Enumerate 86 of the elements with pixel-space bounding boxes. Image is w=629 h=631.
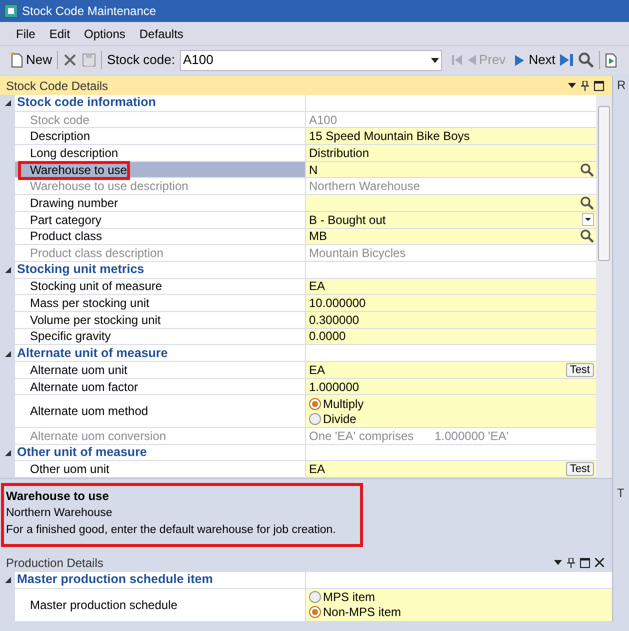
radio-icon[interactable] xyxy=(309,591,321,604)
radio-selected-icon[interactable] xyxy=(309,398,321,410)
menu-item[interactable]: Edit xyxy=(49,24,70,42)
section-heading[interactable]: Stocking unit metrics xyxy=(15,262,306,279)
dropdown-caret-icon[interactable] xyxy=(568,83,576,88)
document-play-icon[interactable] xyxy=(605,52,618,68)
section-heading[interactable]: Stock code information xyxy=(15,95,306,112)
property-value-field[interactable]: EA Test xyxy=(306,461,596,478)
property-value-field[interactable]: 1.000000 xyxy=(306,378,596,396)
property-value-field[interactable]: EA xyxy=(306,278,596,296)
property-label: Specific gravity xyxy=(15,328,306,346)
stock-code-label: Stock code: xyxy=(107,51,175,70)
dropdown-caret-icon[interactable] xyxy=(582,213,594,226)
property-label: Drawing number xyxy=(15,195,306,212)
property-label: Part category xyxy=(15,212,306,228)
property-value-field[interactable]: 15 Speed Mountain Bike Boys xyxy=(306,128,596,146)
property-value-field[interactable]: 10.000000 xyxy=(306,295,596,312)
property-value-field[interactable] xyxy=(306,195,596,212)
property-value-field[interactable]: B - Bought out xyxy=(306,212,596,228)
property-label: Stocking unit of measure xyxy=(15,278,306,296)
property-label: Stock code xyxy=(15,112,306,128)
menu-item[interactable]: Defaults xyxy=(139,24,184,42)
property-value: 1.000000 'EA' xyxy=(434,428,509,445)
close-icon[interactable] xyxy=(595,558,604,567)
left-arrow-icon xyxy=(468,55,476,65)
property-label: Product class xyxy=(15,228,306,246)
section-heading[interactable]: Other unit of measure xyxy=(15,444,306,462)
search-icon[interactable] xyxy=(578,52,594,68)
property-value-field[interactable]: Multiply Divide xyxy=(306,395,596,428)
property-label: Mass per stocking unit xyxy=(15,295,306,312)
property-label: Alternate uom conversion xyxy=(15,428,306,445)
property-value-field: Mountain Bicycles xyxy=(306,245,596,262)
property-label: Long description xyxy=(15,145,306,162)
property-value: One 'EA' comprises xyxy=(309,428,414,445)
test-button[interactable]: Test xyxy=(566,462,594,476)
next-button[interactable]: Next xyxy=(514,50,556,70)
panel-title: Production Details xyxy=(6,554,104,572)
stock-code-field[interactable]: A100 xyxy=(180,50,442,70)
property-value-field[interactable]: MB xyxy=(306,228,596,246)
property-value-field[interactable]: EA Test xyxy=(306,362,596,379)
property-label: Other uom unit xyxy=(15,461,306,478)
property-label: Volume per stocking unit xyxy=(15,312,306,329)
search-icon[interactable] xyxy=(580,229,594,244)
side-panel-tab[interactable]: R xyxy=(617,78,626,92)
property-label: Alternate uom factor xyxy=(15,378,306,396)
property-label: Description xyxy=(15,128,306,146)
maximize-icon[interactable] xyxy=(594,80,604,90)
section-heading[interactable]: Alternate unit of measure xyxy=(15,345,306,362)
pin-icon[interactable] xyxy=(581,80,589,90)
search-icon[interactable] xyxy=(580,162,594,177)
maximize-icon[interactable] xyxy=(580,558,590,568)
menu-item[interactable]: Options xyxy=(84,24,126,42)
property-value-field: A100 xyxy=(306,112,596,128)
section-heading[interactable]: Master production schedule item xyxy=(15,572,306,589)
property-label: Product class description xyxy=(15,245,306,262)
property-value-field[interactable]: MPS item Non-MPS item xyxy=(306,588,612,622)
property-label: Alternate uom unit xyxy=(15,362,306,379)
help-title: Warehouse to use xyxy=(6,488,110,505)
panel-title: Stock Code Details xyxy=(6,78,110,94)
property-label: Master production schedule xyxy=(15,588,306,622)
pin-icon[interactable] xyxy=(567,558,575,568)
scrollbar[interactable] xyxy=(596,95,612,478)
right-arrow-icon xyxy=(514,54,524,66)
radio-selected-icon[interactable] xyxy=(309,606,321,618)
menu-item[interactable]: File xyxy=(16,24,36,42)
property-value-field[interactable]: N xyxy=(306,162,596,178)
app-icon xyxy=(4,4,18,18)
property-value-field[interactable]: 0.300000 xyxy=(306,312,596,329)
property-label: Warehouse to use description xyxy=(15,178,306,196)
dropdown-caret-icon xyxy=(430,58,439,62)
test-button[interactable]: Test xyxy=(566,362,594,377)
dropdown-caret-icon[interactable] xyxy=(554,560,562,565)
help-text: For a finished good, enter the default warehouse for job creation. xyxy=(6,523,336,538)
side-panel-tab[interactable]: T xyxy=(617,486,624,500)
search-icon[interactable] xyxy=(580,196,594,210)
radio-icon[interactable] xyxy=(309,412,321,425)
property-value-field[interactable]: 0.0000 xyxy=(306,328,596,346)
new-button[interactable]: New xyxy=(10,50,52,70)
delete-icon[interactable] xyxy=(63,53,78,67)
window-title: Stock Code Maintenance xyxy=(22,3,156,20)
property-value-field[interactable]: Distribution xyxy=(306,145,596,162)
property-value-field: Northern Warehouse xyxy=(306,178,596,196)
new-document-icon xyxy=(10,52,24,68)
help-text: Northern Warehouse xyxy=(6,506,112,521)
property-label: Alternate uom method xyxy=(15,395,306,428)
last-record-icon[interactable] xyxy=(560,54,574,66)
